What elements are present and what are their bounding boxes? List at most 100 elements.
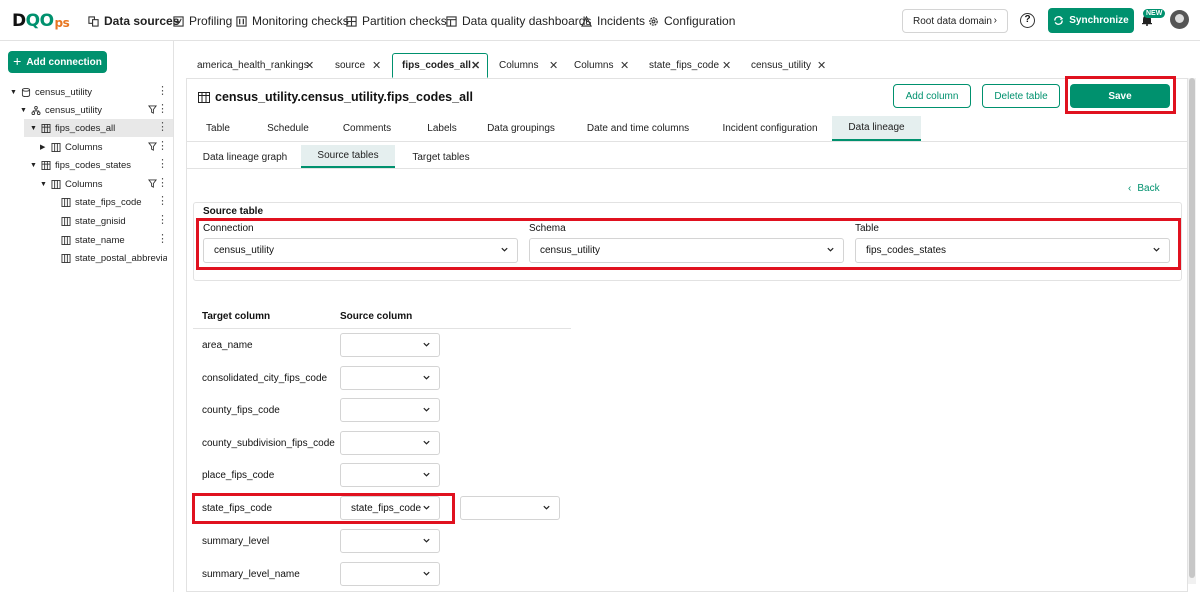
nav-data-sources[interactable]: Data sources xyxy=(88,13,179,29)
tab-comments[interactable]: Comments xyxy=(335,116,399,141)
help-icon[interactable]: ? xyxy=(1020,13,1035,28)
tab-data-lineage[interactable]: Data lineage xyxy=(832,116,921,141)
kebab-menu-icon[interactable]: ⋮ xyxy=(157,85,168,98)
chevron-down-icon xyxy=(543,505,550,510)
user-avatar[interactable] xyxy=(1170,10,1189,29)
table-icon xyxy=(41,160,51,170)
tree-item-table-fips-codes-all[interactable]: ▼ fips_codes_all ⋮ xyxy=(24,119,173,137)
dqops-logo[interactable]: D QO ps xyxy=(12,10,70,32)
close-icon[interactable]: ✕ xyxy=(549,59,558,72)
connection-select[interactable]: census_utility xyxy=(203,238,518,263)
add-connection-button[interactable]: + Add connection xyxy=(8,51,107,73)
kebab-menu-icon[interactable]: ⋮ xyxy=(157,177,168,190)
schema-icon xyxy=(31,105,41,115)
kebab-menu-icon[interactable]: ⋮ xyxy=(157,140,168,153)
source-column-select[interactable] xyxy=(340,398,440,422)
kebab-menu-icon[interactable]: ⋮ xyxy=(157,158,168,171)
tree-item-columns[interactable]: ▼ Columns ⋮ xyxy=(0,175,173,193)
tree-item-columns[interactable]: ▶ Columns ⋮ xyxy=(0,138,173,156)
table-select[interactable]: fips_codes_states xyxy=(855,238,1170,263)
nav-monitoring-checks[interactable]: Monitoring checks xyxy=(236,13,349,29)
synchronize-button[interactable]: Synchronize xyxy=(1048,8,1134,33)
source-column-select[interactable] xyxy=(340,562,440,586)
column-icon xyxy=(61,235,71,245)
tree-item-column[interactable]: state_name ⋮ xyxy=(0,231,173,249)
tab-target-tables[interactable]: Target tables xyxy=(403,145,479,170)
tab-columns[interactable]: Columns ✕ xyxy=(565,53,635,78)
nav-configuration[interactable]: Configuration xyxy=(648,13,735,29)
tab-date-and-time-columns[interactable]: Date and time columns xyxy=(583,116,693,141)
dashboard-icon xyxy=(446,15,457,27)
schema-label: Schema xyxy=(529,223,566,234)
source-column-select[interactable] xyxy=(340,431,440,455)
filter-icon[interactable] xyxy=(148,105,157,114)
tree-item-schema[interactable]: ▼ census_utility ⋮ xyxy=(0,101,173,119)
kebab-menu-icon[interactable]: ⋮ xyxy=(157,214,168,227)
chevron-down-icon xyxy=(423,472,430,477)
close-icon[interactable]: ✕ xyxy=(372,59,381,72)
divider xyxy=(193,328,571,329)
close-icon[interactable]: ✕ xyxy=(305,59,314,72)
root-data-domain-selector[interactable]: Root data domain › xyxy=(902,9,1008,33)
kebab-menu-icon[interactable]: ⋮ xyxy=(157,233,168,246)
tab-data-lineage-graph[interactable]: Data lineage graph xyxy=(197,145,293,170)
source-column-select[interactable] xyxy=(340,366,440,390)
source-column-select[interactable] xyxy=(340,529,440,553)
target-column-name: county_fips_code xyxy=(202,405,280,416)
expand-caret-icon: ▼ xyxy=(10,88,17,96)
tab-data-groupings[interactable]: Data groupings xyxy=(483,116,559,141)
tab-columns[interactable]: Columns ✕ xyxy=(490,53,560,78)
kebab-menu-icon[interactable]: ⋮ xyxy=(157,121,168,134)
tree-item-connection[interactable]: ▼ census_utility ⋮ xyxy=(0,83,173,101)
scrollbar-thumb[interactable] xyxy=(1189,78,1195,578)
close-icon[interactable]: ✕ xyxy=(620,59,629,72)
source-column-select[interactable] xyxy=(460,496,560,520)
kebab-menu-icon[interactable]: ⋮ xyxy=(157,195,168,208)
filter-icon[interactable] xyxy=(148,179,157,188)
tab-state-fips-code[interactable]: state_fips_code ✕ xyxy=(640,53,734,78)
close-icon[interactable]: ✕ xyxy=(471,59,480,72)
chevron-down-icon xyxy=(423,407,430,412)
target-column-name: summary_level_name xyxy=(202,569,300,580)
save-button[interactable]: Save xyxy=(1070,84,1170,108)
tab-census-utility[interactable]: census_utility ✕ xyxy=(742,53,832,78)
nav-incidents[interactable]: Incidents xyxy=(581,13,645,29)
delete-table-button[interactable]: Delete table xyxy=(982,84,1060,108)
chevron-down-icon xyxy=(423,571,430,576)
nav-profiling[interactable]: Profiling xyxy=(173,13,232,29)
nav-data-quality-dashboards[interactable]: Data quality dashboards xyxy=(446,13,591,29)
back-link[interactable]: ‹ Back xyxy=(1128,183,1160,194)
filter-icon[interactable] xyxy=(148,142,157,151)
tree-item-column[interactable]: state_gnisid ⋮ xyxy=(0,212,173,230)
kebab-menu-icon[interactable]: ⋮ xyxy=(157,103,168,116)
source-column-select[interactable] xyxy=(340,463,440,487)
top-navigation: D QO ps Data sources Profiling Monitoring … xyxy=(0,0,1200,41)
tree-item-column[interactable]: state_fips_code ⋮ xyxy=(0,193,173,211)
column-icon xyxy=(61,197,71,207)
tab-america-health-rankings[interactable]: america_health_rankings ✕ xyxy=(188,53,320,78)
gear-icon xyxy=(649,16,658,26)
chevron-down-icon xyxy=(423,505,430,510)
tab-incident-configuration[interactable]: Incident configuration xyxy=(715,116,825,141)
schema-select[interactable]: census_utility xyxy=(529,238,844,263)
close-icon[interactable]: ✕ xyxy=(817,59,826,72)
tab-labels[interactable]: Labels xyxy=(417,116,467,141)
tab-table[interactable]: Table xyxy=(187,116,249,141)
connection-label: Connection xyxy=(203,223,254,234)
source-column-select[interactable]: state_fips_code xyxy=(340,496,440,520)
nav-partition-checks[interactable]: Partition checks xyxy=(346,13,447,29)
vertical-scrollbar[interactable] xyxy=(1188,78,1196,584)
expand-caret-icon: ▼ xyxy=(30,124,37,132)
source-column-select[interactable] xyxy=(340,333,440,357)
profiling-icon xyxy=(173,15,184,27)
tree-item-column[interactable]: state_postal_abbreviati xyxy=(0,249,173,267)
target-column-name: area_name xyxy=(202,340,253,351)
tree-item-table-fips-codes-states[interactable]: ▼ fips_codes_states ⋮ xyxy=(0,156,173,174)
close-icon[interactable]: ✕ xyxy=(722,59,731,72)
tab-source-tables[interactable]: Source tables xyxy=(301,145,395,168)
target-column-name: summary_level xyxy=(202,536,270,547)
tab-fips-codes-all[interactable]: fips_codes_all ✕ xyxy=(392,53,488,78)
add-column-button[interactable]: Add column xyxy=(893,84,971,108)
tab-schedule[interactable]: Schedule xyxy=(257,116,319,141)
tab-source[interactable]: source ✕ xyxy=(326,53,382,78)
